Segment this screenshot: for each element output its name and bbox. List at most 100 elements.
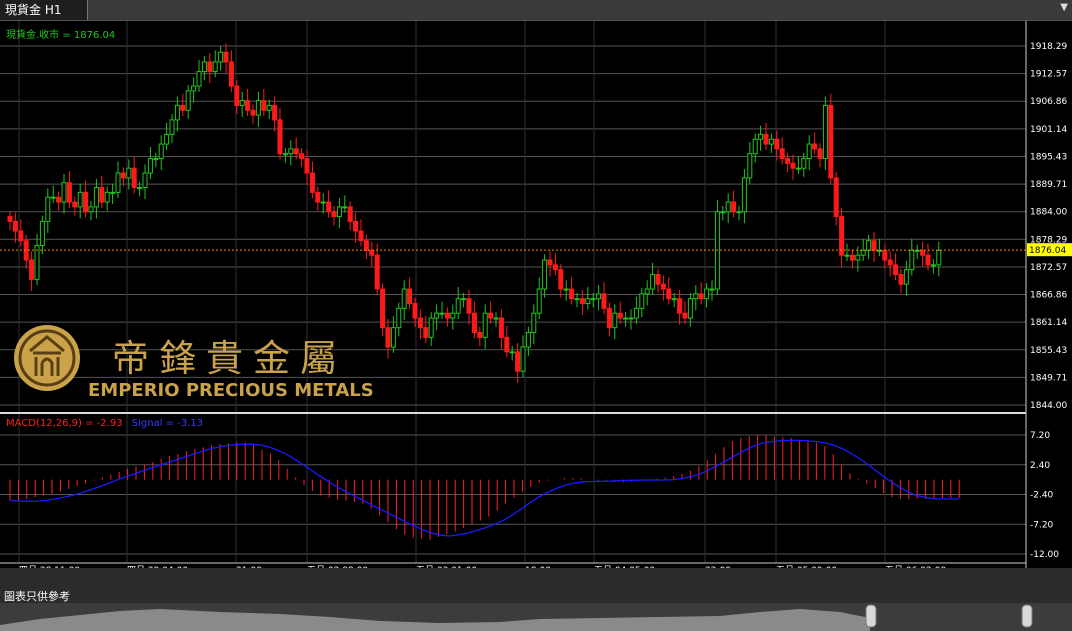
- price-tick-label: 1889.71: [1030, 180, 1067, 190]
- candle-up: [45, 196, 51, 222]
- candle-down: [785, 158, 791, 164]
- candle-down: [887, 259, 893, 266]
- candle-up: [736, 211, 742, 214]
- candle-down: [180, 104, 186, 111]
- candle-down: [828, 104, 834, 179]
- candle-down: [849, 254, 855, 261]
- candle-up: [396, 307, 402, 329]
- candle-down: [207, 61, 213, 73]
- candle-up: [255, 100, 261, 116]
- candle-up: [434, 312, 440, 319]
- candle-down: [423, 327, 429, 338]
- candle-up: [596, 293, 602, 300]
- signal-legend-value: Signal = -3.13: [132, 418, 203, 429]
- candle-down: [817, 148, 823, 160]
- candle-up: [390, 327, 396, 348]
- candle-down: [131, 167, 137, 189]
- candle-up: [574, 298, 580, 301]
- candle-down: [893, 264, 899, 276]
- candle-down: [444, 312, 450, 319]
- candle-up: [806, 143, 812, 160]
- candle-up: [509, 351, 515, 354]
- candle-down: [547, 259, 553, 266]
- candle-down: [920, 249, 926, 256]
- candle-up: [612, 312, 618, 329]
- candle-down: [29, 259, 35, 280]
- candle-down: [326, 201, 332, 213]
- candle-up: [644, 288, 650, 295]
- candle-up: [493, 317, 499, 320]
- candle-up: [542, 259, 548, 290]
- candle-down: [369, 249, 375, 256]
- candle-up: [104, 191, 110, 203]
- chart-tab[interactable]: 現貨金 H1: [0, 0, 88, 20]
- candle-down: [601, 293, 607, 309]
- candle-up: [218, 51, 224, 63]
- chart-scrollbar[interactable]: [0, 603, 1072, 631]
- candle-up: [752, 138, 758, 155]
- candle-up: [126, 167, 132, 179]
- candle-up: [153, 158, 159, 161]
- candle-down: [99, 187, 105, 203]
- candle-up: [650, 274, 656, 290]
- candle-down: [660, 283, 666, 290]
- candle-down: [83, 191, 89, 213]
- candle-up: [525, 332, 531, 348]
- candle-up: [563, 288, 569, 291]
- price-chart[interactable]: 帝鋒貴金屬 EMPERIO PRECIOUS METALS 1918.29 191…: [0, 21, 1072, 568]
- scrollbar-handle-left[interactable]: [865, 604, 877, 628]
- candle-up: [50, 196, 56, 199]
- candle-down: [234, 85, 240, 106]
- candle-up: [628, 317, 634, 320]
- candle-down: [299, 153, 305, 160]
- scrollbar-handle-right[interactable]: [1021, 604, 1033, 628]
- price-tick-label: 1918.29: [1030, 42, 1067, 52]
- candle-up: [461, 298, 467, 301]
- candle-up: [693, 293, 699, 300]
- time-tick-label: 五月 05 09:00: [776, 565, 837, 568]
- macd-tick-label: -7.20: [1030, 520, 1054, 530]
- macd-legend: MACD(12,26,9) = -2.93 Signal = -3.13: [6, 418, 203, 429]
- candle-up: [196, 71, 202, 87]
- time-tick-label: 四月 28 11:00: [19, 565, 80, 568]
- candle-down: [774, 138, 780, 150]
- candle-down: [698, 293, 704, 300]
- dropdown-arrow-icon[interactable]: ▼: [1060, 2, 1068, 13]
- candle-down: [412, 303, 418, 319]
- candle-down: [731, 201, 737, 213]
- time-tick-label: 五月 06 02:00: [885, 565, 946, 568]
- candle-down: [477, 332, 483, 338]
- footer-note: 圖表只供參考: [4, 590, 70, 603]
- candle-down: [898, 274, 904, 285]
- candle-down: [466, 298, 472, 314]
- candle-down: [569, 288, 575, 300]
- candle-up: [639, 293, 645, 309]
- price-tick-label: 1866.86: [1030, 291, 1067, 301]
- candle-up: [720, 211, 726, 214]
- candle-up: [844, 254, 850, 257]
- candle-up: [212, 61, 218, 73]
- candle-down: [839, 216, 845, 256]
- candle-down: [655, 274, 661, 285]
- candle-down: [7, 216, 13, 222]
- candle-up: [201, 61, 207, 73]
- price-tick-label: 1884.00: [1030, 208, 1067, 218]
- watermark-english: EMPERIO PRECIOUS METALS: [88, 380, 374, 401]
- candle-up: [88, 206, 94, 213]
- candle-up: [455, 298, 461, 314]
- candle-up: [741, 177, 747, 213]
- candle-down: [385, 327, 391, 348]
- macd-tick-label: -12.00: [1030, 550, 1059, 560]
- price-tick-label: 1912.57: [1030, 70, 1067, 80]
- candle-up: [936, 249, 942, 266]
- candle-up: [169, 119, 175, 135]
- candle-up: [110, 191, 116, 194]
- candle-down: [120, 172, 126, 179]
- candle-up: [185, 90, 191, 111]
- chart-area[interactable]: 帝鋒貴金屬 EMPERIO PRECIOUS METALS 1918.29 191…: [0, 21, 1072, 568]
- candle-down: [374, 254, 380, 290]
- candle-down: [66, 182, 72, 203]
- candle-down: [579, 298, 585, 305]
- candle-down: [353, 220, 359, 232]
- price-tick-label: 1906.86: [1030, 97, 1067, 107]
